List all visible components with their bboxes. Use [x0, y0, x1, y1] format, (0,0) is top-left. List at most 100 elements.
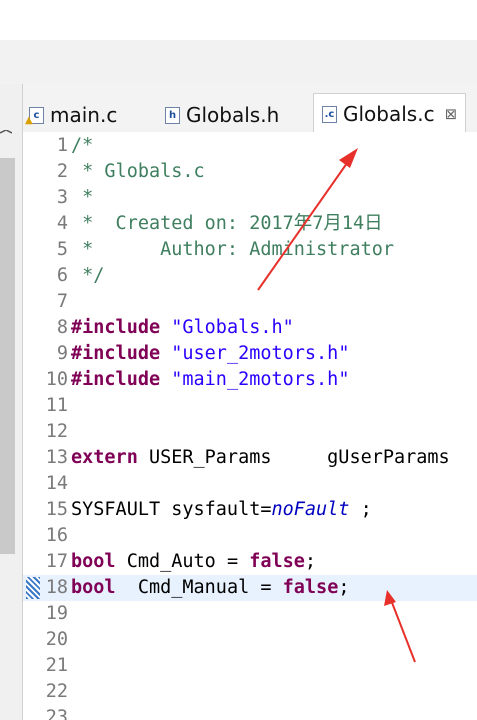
line-number: 12: [45, 421, 68, 442]
code-token: Cmd_Auto =: [115, 551, 250, 572]
code-token: "main_2motors.h": [171, 369, 350, 390]
code-line[interactable]: 3 *: [23, 185, 477, 211]
c-file-warning-icon: c ▲: [25, 106, 44, 126]
code-line[interactable]: 13 extern USER_Params gUserParams: [23, 445, 477, 471]
c-file-icon: .c: [322, 105, 337, 123]
code-token: #include: [71, 343, 161, 364]
line-number: 8: [56, 317, 68, 338]
code-text: #include "user_2motors.h": [71, 341, 349, 367]
window-title-area: [0, 0, 477, 40]
code-token: * Globals.c: [71, 161, 205, 182]
code-token: ;: [304, 551, 317, 572]
close-tab-icon[interactable]: ⊠: [445, 105, 458, 123]
code-text: */: [71, 263, 104, 289]
line-number: 2: [56, 161, 68, 182]
line-number: 18: [45, 577, 68, 598]
code-line[interactable]: 22: [23, 679, 477, 705]
tab-globals-c[interactable]: .c Globals.c ⊠: [313, 93, 467, 134]
h-file-icon: h: [165, 106, 180, 124]
tab-main-c[interactable]: c ▲ main.c: [25, 98, 118, 132]
code-token: bool: [71, 551, 116, 572]
code-token: "user_2motors.h": [171, 343, 350, 364]
line-number: 17: [45, 551, 68, 572]
editor-tab-bar: c ▲ main.c h Globals.h .c Globals.c ⊠: [23, 84, 477, 134]
line-number: 16: [45, 525, 68, 546]
code-line[interactable]: 6 */: [23, 263, 477, 289]
code-line[interactable]: 11: [23, 393, 477, 419]
line-number: 6: [56, 265, 68, 286]
code-token: ;: [349, 499, 372, 520]
code-text: * Globals.c: [71, 159, 205, 185]
line-number: 19: [45, 603, 68, 624]
code-text: #include "Globals.h": [71, 315, 294, 341]
line-number: 4: [56, 213, 68, 234]
code-token: noFault: [271, 499, 350, 520]
code-token: #include: [71, 369, 161, 390]
code-token: ;: [338, 577, 350, 598]
code-token: extern: [71, 447, 138, 468]
code-token: false: [249, 551, 305, 572]
tab-label: main.c: [50, 103, 118, 127]
code-token: USER_Params gUserParams: [137, 447, 450, 468]
code-token: #include: [71, 317, 161, 338]
line-number: 10: [45, 369, 68, 390]
line-number: 7: [56, 291, 68, 312]
code-token: "Globals.h": [171, 317, 294, 338]
code-token: bool: [71, 577, 116, 598]
line-number: 13: [45, 447, 68, 468]
collapse-icon[interactable]: [0, 130, 12, 134]
code-text: bool Cmd_Auto = false;: [71, 549, 316, 575]
code-line[interactable]: 5 * Author: Administrator: [23, 237, 477, 263]
code-line[interactable]: 16: [23, 523, 477, 549]
line-number: 1: [56, 135, 68, 156]
code-line[interactable]: 9 #include "user_2motors.h": [23, 341, 477, 367]
code-line[interactable]: 4 * Created on: 2017年7月14日: [23, 211, 477, 237]
code-token: *: [71, 187, 94, 208]
code-line[interactable]: 21: [23, 653, 477, 679]
code-line[interactable]: 7: [23, 289, 477, 315]
code-line[interactable]: 10 #include "main_2motors.h": [23, 367, 477, 393]
code-line[interactable]: 17 bool Cmd_Auto = false;: [23, 549, 477, 575]
code-text: SYSFAULT sysfault=noFault ;: [71, 497, 372, 523]
line-number: 20: [45, 629, 68, 650]
code-line[interactable]: 14: [23, 471, 477, 497]
toolbar: [0, 40, 477, 85]
code-text: bool Cmd_Manual = false;: [71, 575, 349, 601]
code-line[interactable]: 8 #include "Globals.h": [23, 315, 477, 341]
code-line[interactable]: 19: [23, 601, 477, 627]
code-editor[interactable]: 1/* 2 * Globals.c 3 * 4 * Created on: 2017年…: [23, 132, 477, 720]
code-token: * Created on: 2017年7月14日: [71, 213, 383, 234]
left-panel-scrollbar[interactable]: [0, 158, 15, 554]
code-line[interactable]: 18 bool Cmd_Manual = false;: [23, 575, 477, 601]
tab-globals-h[interactable]: h Globals.h: [165, 98, 279, 132]
code-text: extern USER_Params gUserParams: [71, 445, 450, 471]
code-text: #include "main_2motors.h": [71, 367, 349, 393]
code-token: * Author: Administrator: [71, 239, 395, 260]
code-line[interactable]: 12: [23, 419, 477, 445]
line-number: 3: [56, 187, 68, 208]
code-token: false: [282, 577, 339, 598]
code-token: SYSFAULT sysfault=: [71, 499, 272, 520]
code-token: /*: [71, 135, 94, 156]
code-line[interactable]: 20: [23, 627, 477, 653]
code-text: *: [71, 185, 93, 211]
line-number: 23: [45, 707, 68, 720]
line-number: 15: [45, 499, 68, 520]
code-line[interactable]: 15 SYSFAULT sysfault=noFault ;: [23, 497, 477, 523]
code-line[interactable]: 1/*: [23, 133, 477, 159]
code-text: * Author: Administrator: [71, 237, 394, 263]
line-number: 5: [56, 239, 68, 260]
line-number: 11: [45, 395, 68, 416]
code-line[interactable]: 2 * Globals.c: [23, 159, 477, 185]
code-token: */: [71, 265, 105, 286]
code-token: Cmd_Manual =: [115, 577, 283, 598]
line-number: 9: [56, 343, 68, 364]
code-line[interactable]: 23: [23, 705, 477, 720]
code-text: * Created on: 2017年7月14日: [71, 211, 383, 237]
line-number: 22: [45, 681, 68, 702]
tab-label: Globals.h: [186, 103, 280, 127]
code-text: /*: [71, 133, 93, 159]
